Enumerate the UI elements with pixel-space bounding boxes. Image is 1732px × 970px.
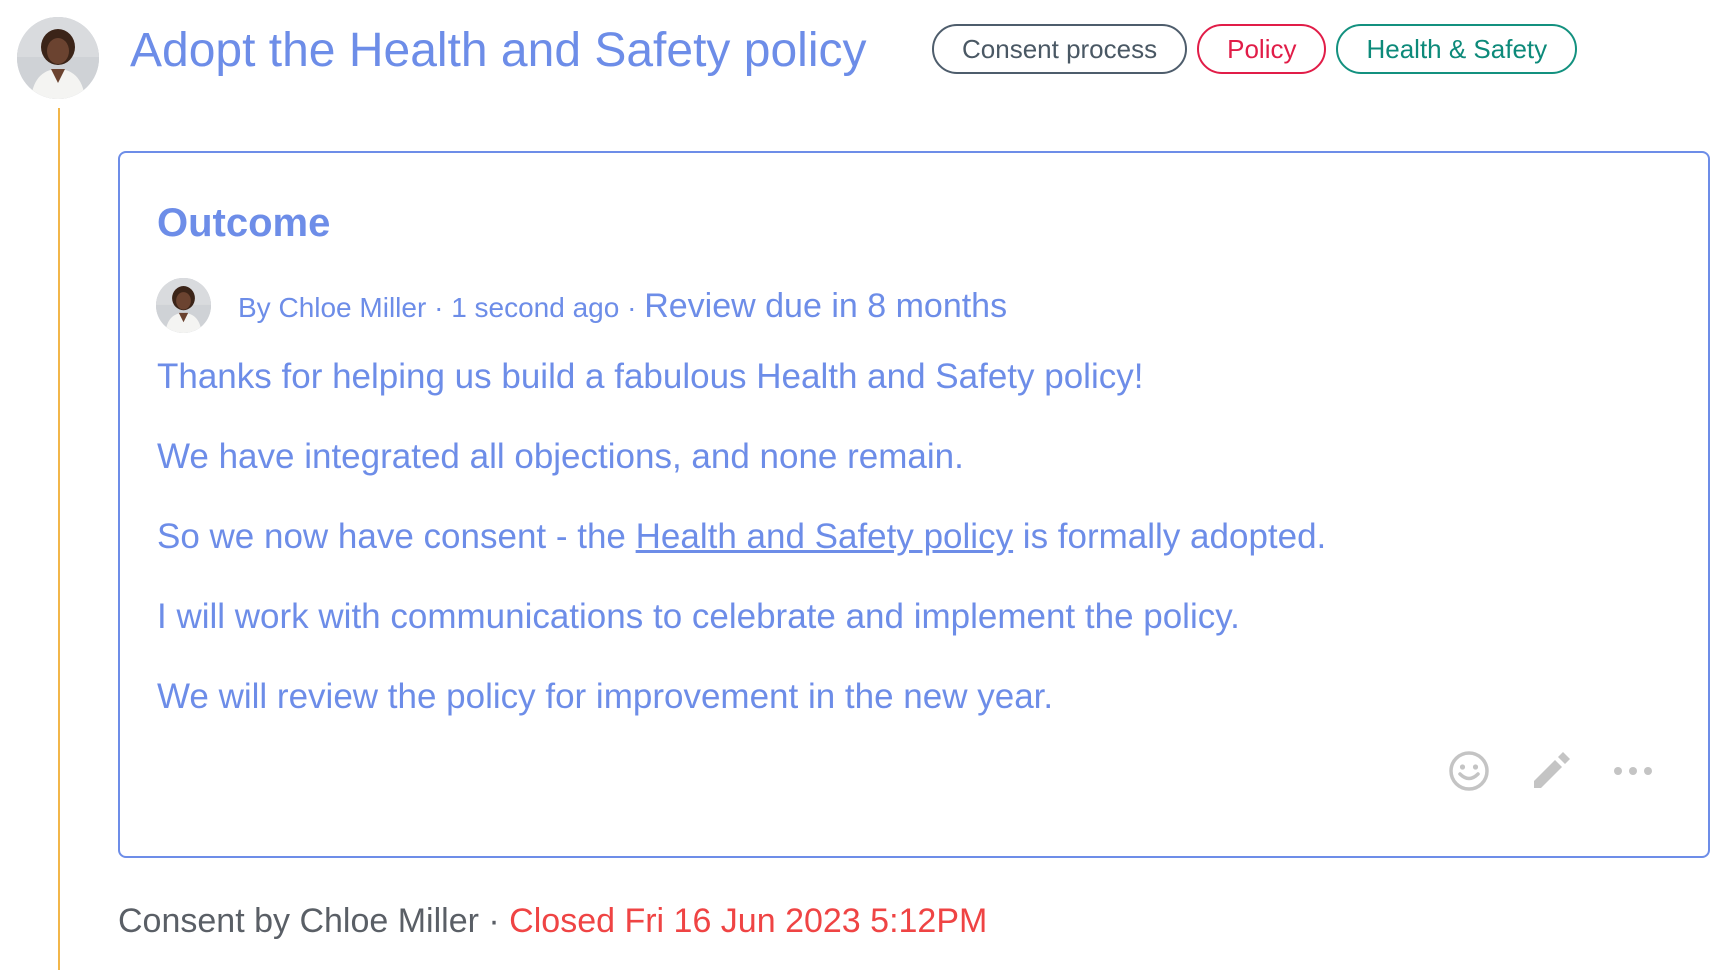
- meta-separator: ·: [619, 292, 645, 323]
- tag-list: Consent process Policy Health & Safety: [932, 24, 1578, 74]
- meta-separator: ·: [426, 292, 452, 323]
- outcome-meta: By Chloe Miller · 1 second ago · Review …: [238, 282, 1007, 337]
- tag-policy[interactable]: Policy: [1197, 24, 1327, 74]
- review-due: Review due in 8 months: [644, 287, 1008, 325]
- closed-status: Closed Fri 16 Jun 2023 5:12PM: [509, 902, 988, 940]
- outcome-paragraph: So we now have consent - the Health and …: [157, 513, 1657, 593]
- smiley-icon: [1449, 751, 1489, 791]
- edit-button[interactable]: [1528, 748, 1574, 794]
- outcome-paragraph: We have integrated all objections, and n…: [157, 437, 964, 476]
- outcome-body: Thanks for helping us build a fabulous H…: [157, 353, 1657, 753]
- thread-footer: Consent by Chloe Miller · Closed Fri 16 …: [118, 897, 987, 945]
- consent-prefix: Consent by: [118, 902, 300, 940]
- outcome-card: Outcome By Chloe Miller · 1 second ago ·…: [118, 151, 1710, 858]
- more-options-button[interactable]: [1610, 748, 1656, 794]
- outcome-author-name[interactable]: Chloe Miller: [278, 292, 426, 323]
- thread-timeline-line: [58, 108, 60, 970]
- outcome-paragraph: Thanks for helping us build a fabulous H…: [157, 357, 1144, 396]
- more-horizontal-icon: [1614, 767, 1652, 775]
- thread-title: Adopt the Health and Safety policy: [130, 24, 867, 77]
- footer-separator: ·: [478, 902, 510, 940]
- react-button[interactable]: [1446, 748, 1492, 794]
- person-photo-icon: [156, 278, 211, 333]
- outcome-author-avatar[interactable]: [156, 278, 211, 333]
- author-avatar[interactable]: [17, 17, 99, 99]
- outcome-timestamp[interactable]: 1 second ago: [451, 292, 619, 323]
- paragraph-text: So we now have consent - the: [157, 517, 636, 556]
- person-photo-icon: [17, 17, 99, 99]
- tag-consent-process[interactable]: Consent process: [932, 24, 1188, 74]
- author-prefix: By: [238, 292, 279, 323]
- outcome-actions: [1446, 748, 1656, 794]
- thread-page: Adopt the Health and Safety policy Conse…: [0, 0, 1732, 970]
- pencil-icon: [1534, 752, 1570, 788]
- paragraph-text: is formally adopted.: [1013, 517, 1327, 556]
- outcome-paragraph: We will review the policy for improvemen…: [157, 677, 1054, 716]
- consent-author[interactable]: Chloe Miller: [299, 902, 479, 940]
- policy-link[interactable]: Health and Safety policy: [636, 517, 1013, 556]
- tag-health-and-safety[interactable]: Health & Safety: [1336, 24, 1578, 74]
- outcome-heading: Outcome: [157, 201, 331, 245]
- outcome-paragraph: I will work with communications to celeb…: [157, 597, 1240, 636]
